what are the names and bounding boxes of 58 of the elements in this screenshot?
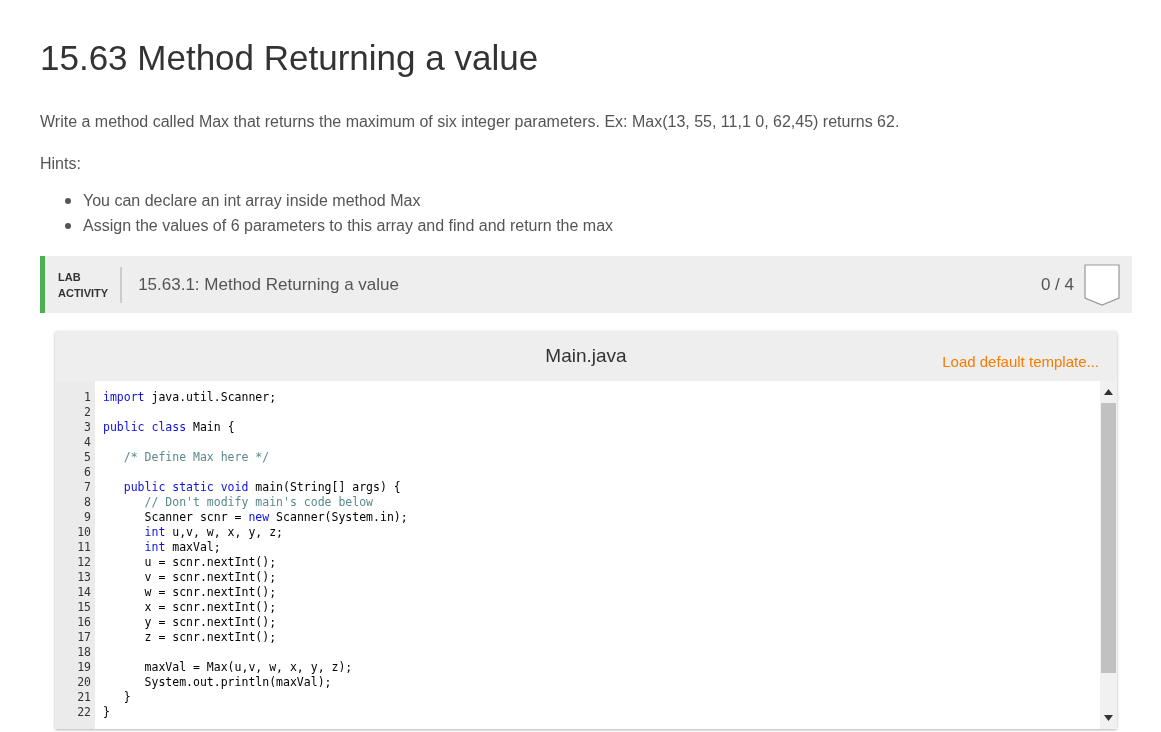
- line-number: 13: [76, 570, 91, 585]
- code-line: public static void main(String[] args) {: [122, 480, 401, 494]
- code-line: u = scnr.nextInt();: [143, 555, 277, 569]
- line-number: 19: [76, 660, 91, 675]
- line-number: 2: [83, 405, 91, 420]
- hints-label: Hints:: [40, 154, 81, 174]
- scroll-down-icon[interactable]: [1104, 715, 1113, 721]
- line-number: 16: [76, 615, 91, 630]
- lab-badge-label: ACTIVITY: [58, 285, 109, 301]
- line-number: 4: [83, 435, 91, 450]
- code-line: v = scnr.nextInt();: [143, 570, 277, 584]
- line-number: 7: [83, 480, 91, 495]
- code-line: w = scnr.nextInt();: [143, 585, 277, 599]
- file-name: Main.java: [545, 343, 627, 368]
- line-number: 14: [76, 585, 91, 600]
- score: 0 / 4: [1040, 273, 1074, 296]
- line-number: 20: [76, 675, 91, 690]
- code-line: maxVal = Max(u,v, w, x, y, z);: [143, 660, 353, 674]
- code-line: System.out.println(maxVal);: [143, 675, 332, 689]
- code-line: int maxVal;: [143, 540, 221, 554]
- line-number: 10: [76, 525, 91, 540]
- bullet-icon: [65, 222, 71, 229]
- code-line: public class Main {: [103, 420, 235, 434]
- scroll-up-icon[interactable]: [1104, 389, 1113, 395]
- code-line: x = scnr.nextInt();: [143, 600, 277, 614]
- line-number: 15: [76, 600, 91, 615]
- line-number: 1: [83, 390, 91, 405]
- page-title: 15.63 Method Returning a value: [40, 37, 539, 79]
- code-line: import java.util.Scanner;: [103, 390, 277, 404]
- code-line: Scanner scnr = new Scanner(System.in);: [143, 510, 408, 524]
- description: Write a method called Max that returns the maximum of six integer parameters. Ex: Max(13, 55, 11,1 0, 62,45) returns 62.: [40, 112, 900, 132]
- code-line: // Don't modify main's code below: [143, 495, 374, 509]
- bullet-icon: [65, 197, 71, 204]
- line-number: 8: [83, 495, 91, 510]
- line-number: 22: [76, 705, 91, 720]
- code-line: }: [122, 690, 131, 704]
- scrollbar-thumb[interactable]: [1101, 403, 1116, 673]
- code-line: z = scnr.nextInt();: [143, 630, 277, 644]
- code-line: y = scnr.nextInt();: [143, 615, 277, 629]
- code-line: /* Define Max here */: [122, 450, 270, 464]
- hint-text: You can declare an int array inside method Max: [83, 190, 421, 211]
- scrollbar[interactable]: [1100, 381, 1117, 729]
- line-number: 18: [76, 645, 91, 660]
- code-line: }: [103, 705, 110, 719]
- line-number: 6: [83, 465, 91, 480]
- progress-badge-icon: [1084, 263, 1120, 306]
- hint-text: Assign the values of 6 parameters to this array and find and return the max: [83, 215, 614, 236]
- line-number: 5: [83, 450, 91, 465]
- line-number: 17: [76, 630, 91, 645]
- lab-title: 15.63.1: Method Returning a value: [138, 273, 399, 296]
- line-number: 9: [83, 510, 91, 525]
- line-number: 3: [83, 420, 91, 435]
- line-number: 12: [76, 555, 91, 570]
- lab-badge-label: LAB: [58, 269, 82, 285]
- line-number: 21: [76, 690, 91, 705]
- load-template-link[interactable]: Load default template...: [942, 351, 1099, 374]
- line-number: 11: [76, 540, 91, 555]
- code-line: int u,v, w, x, y, z;: [143, 525, 283, 539]
